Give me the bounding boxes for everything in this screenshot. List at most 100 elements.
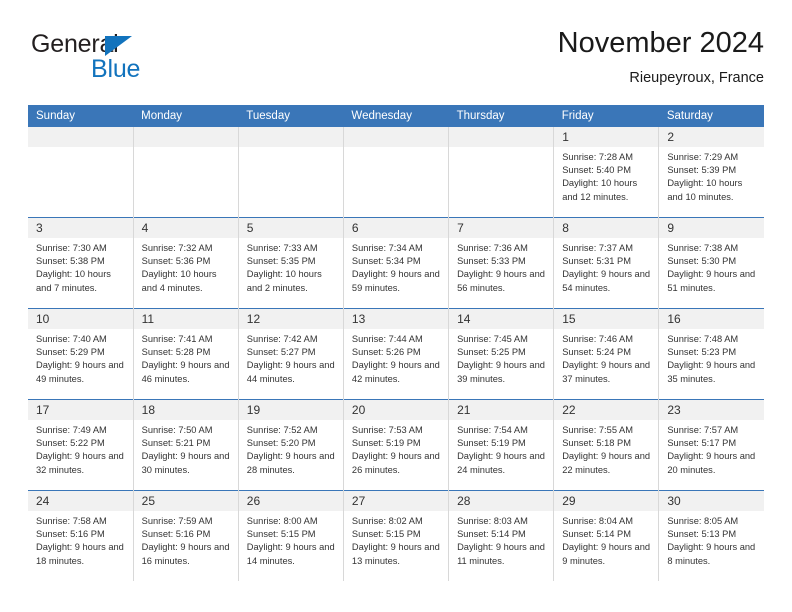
daylight-text: Daylight: 9 hours and 46 minutes. bbox=[141, 360, 230, 384]
sunset-text: Sunset: 5:14 PM bbox=[562, 529, 631, 540]
day-number bbox=[449, 127, 554, 147]
calendar-day-cell[interactable]: 19 Sunrise: 7:52 AM Sunset: 5:20 PM Dayligh… bbox=[238, 399, 344, 491]
daylight-text: Daylight: 9 hours and 22 minutes. bbox=[562, 451, 651, 475]
calendar-day-cell[interactable]: 24 Sunrise: 7:58 AM Sunset: 5:16 PM Dayligh… bbox=[28, 490, 134, 581]
day-cell-inner: 12 Sunrise: 7:42 AM Sunset: 5:27 PM Dayligh… bbox=[238, 309, 343, 399]
brand-logo[interactable]: General Blue bbox=[31, 30, 231, 88]
sun-info: Sunrise: 7:41 AM Sunset: 5:28 PM Daylight:… bbox=[134, 329, 238, 386]
calendar-day-cell[interactable]: 14 Sunrise: 7:45 AM Sunset: 5:25 PM Dayligh… bbox=[448, 308, 555, 400]
calendar-day-cell[interactable]: 2 Sunrise: 7:29 AM Sunset: 5:39 PM Daylight… bbox=[658, 127, 764, 218]
day-number: 28 bbox=[449, 491, 554, 511]
calendar-day-cell[interactable]: 25 Sunrise: 7:59 AM Sunset: 5:16 PM Dayligh… bbox=[133, 490, 239, 581]
daylight-text: Daylight: 9 hours and 37 minutes. bbox=[562, 360, 651, 384]
sun-info: Sunrise: 7:38 AM Sunset: 5:30 PM Daylight:… bbox=[659, 238, 764, 295]
calendar-day-cell[interactable]: 10 Sunrise: 7:40 AM Sunset: 5:29 PM Dayligh… bbox=[28, 308, 134, 400]
day-number bbox=[133, 127, 238, 147]
daylight-text: Daylight: 9 hours and 30 minutes. bbox=[141, 451, 230, 475]
day-number bbox=[238, 127, 343, 147]
sun-info: Sunrise: 7:33 AM Sunset: 5:35 PM Daylight:… bbox=[239, 238, 343, 295]
calendar-table: Sunday Monday Tuesday Wednesday Thursday… bbox=[28, 105, 764, 581]
day-number: 9 bbox=[659, 218, 764, 238]
calendar-day-cell[interactable]: 4 Sunrise: 7:32 AM Sunset: 5:36 PM Daylight… bbox=[133, 217, 239, 309]
calendar-day-cell[interactable]: 21 Sunrise: 7:54 AM Sunset: 5:19 PM Dayligh… bbox=[448, 399, 555, 491]
day-cell-inner: 20 Sunrise: 7:53 AM Sunset: 5:19 PM Dayligh… bbox=[343, 400, 449, 490]
calendar-day-cell[interactable]: 23 Sunrise: 7:57 AM Sunset: 5:17 PM Dayligh… bbox=[658, 399, 764, 491]
calendar-day-cell[interactable]: 8 Sunrise: 7:37 AM Sunset: 5:31 PM Daylight… bbox=[553, 217, 660, 309]
sun-info: Sunrise: 7:37 AM Sunset: 5:31 PM Daylight:… bbox=[554, 238, 658, 295]
calendar-day-cell-empty bbox=[448, 127, 555, 218]
calendar-day-cell[interactable]: 17 Sunrise: 7:49 AM Sunset: 5:22 PM Dayligh… bbox=[28, 399, 134, 491]
calendar-day-cell[interactable]: 18 Sunrise: 7:50 AM Sunset: 5:21 PM Dayligh… bbox=[133, 399, 239, 491]
day-cell-inner: 17 Sunrise: 7:49 AM Sunset: 5:22 PM Dayligh… bbox=[28, 400, 133, 490]
calendar-day-cell[interactable]: 29 Sunrise: 8:04 AM Sunset: 5:14 PM Dayligh… bbox=[553, 490, 660, 581]
day-cell-inner: 26 Sunrise: 8:00 AM Sunset: 5:15 PM Dayligh… bbox=[238, 491, 343, 581]
calendar-day-cell[interactable]: 6 Sunrise: 7:34 AM Sunset: 5:34 PM Daylight… bbox=[343, 217, 450, 309]
day-number: 1 bbox=[554, 127, 659, 147]
day-cell-inner: 8 Sunrise: 7:37 AM Sunset: 5:31 PM Daylight… bbox=[554, 218, 659, 308]
calendar-week-row: 3 Sunrise: 7:30 AM Sunset: 5:38 PM Daylight… bbox=[28, 217, 764, 309]
sun-info: Sunrise: 7:49 AM Sunset: 5:22 PM Daylight:… bbox=[28, 420, 133, 477]
calendar-day-cell[interactable]: 26 Sunrise: 8:00 AM Sunset: 5:15 PM Dayligh… bbox=[238, 490, 344, 581]
calendar-day-cell[interactable]: 28 Sunrise: 8:03 AM Sunset: 5:14 PM Dayligh… bbox=[448, 490, 555, 581]
daylight-text: Daylight: 9 hours and 59 minutes. bbox=[351, 269, 440, 293]
daylight-text: Daylight: 9 hours and 14 minutes. bbox=[246, 542, 335, 566]
calendar-week-row: 1 Sunrise: 7:28 AM Sunset: 5:40 PM Daylight… bbox=[28, 127, 764, 218]
sunset-text: Sunset: 5:26 PM bbox=[351, 347, 421, 358]
day-cell-inner: 23 Sunrise: 7:57 AM Sunset: 5:17 PM Dayligh… bbox=[659, 400, 764, 490]
sun-info: Sunrise: 7:42 AM Sunset: 5:27 PM Daylight:… bbox=[239, 329, 343, 386]
sunset-text: Sunset: 5:25 PM bbox=[457, 347, 526, 358]
weekday-header-wednesday: Wednesday bbox=[343, 105, 449, 127]
calendar-day-cell[interactable]: 20 Sunrise: 7:53 AM Sunset: 5:19 PM Dayligh… bbox=[343, 399, 450, 491]
day-cell-inner: 21 Sunrise: 7:54 AM Sunset: 5:19 PM Dayligh… bbox=[449, 400, 554, 490]
day-cell-inner: 10 Sunrise: 7:40 AM Sunset: 5:29 PM Dayligh… bbox=[28, 309, 133, 399]
day-cell-inner bbox=[343, 127, 449, 217]
daylight-text: Daylight: 9 hours and 54 minutes. bbox=[562, 269, 651, 293]
sunset-text: Sunset: 5:23 PM bbox=[667, 347, 737, 358]
calendar-day-cell[interactable]: 5 Sunrise: 7:33 AM Sunset: 5:35 PM Daylight… bbox=[238, 217, 344, 309]
sunrise-text: Sunrise: 7:58 AM bbox=[36, 516, 107, 526]
sun-info: Sunrise: 8:00 AM Sunset: 5:15 PM Daylight:… bbox=[239, 511, 343, 568]
sun-info: Sunrise: 7:53 AM Sunset: 5:19 PM Daylight:… bbox=[344, 420, 448, 477]
daylight-text: Daylight: 9 hours and 26 minutes. bbox=[351, 451, 440, 475]
sun-info: Sunrise: 7:52 AM Sunset: 5:20 PM Daylight:… bbox=[239, 420, 343, 477]
calendar-day-cell[interactable]: 27 Sunrise: 8:02 AM Sunset: 5:15 PM Dayligh… bbox=[343, 490, 450, 581]
calendar-day-cell[interactable]: 15 Sunrise: 7:46 AM Sunset: 5:24 PM Dayligh… bbox=[553, 308, 660, 400]
calendar-day-cell[interactable]: 13 Sunrise: 7:44 AM Sunset: 5:26 PM Dayligh… bbox=[343, 308, 450, 400]
weekday-header-sunday: Sunday bbox=[28, 105, 134, 127]
sunrise-text: Sunrise: 8:04 AM bbox=[562, 516, 634, 526]
day-cell-inner bbox=[28, 127, 133, 217]
sunrise-text: Sunrise: 7:55 AM bbox=[562, 425, 634, 435]
calendar-day-cell[interactable]: 1 Sunrise: 7:28 AM Sunset: 5:40 PM Daylight… bbox=[553, 127, 660, 218]
calendar-day-cell[interactable]: 7 Sunrise: 7:36 AM Sunset: 5:33 PM Daylight… bbox=[448, 217, 555, 309]
day-cell-inner: 5 Sunrise: 7:33 AM Sunset: 5:35 PM Daylight… bbox=[238, 218, 343, 308]
daylight-text: Daylight: 9 hours and 39 minutes. bbox=[457, 360, 545, 384]
day-number: 19 bbox=[238, 400, 343, 420]
sunrise-text: Sunrise: 7:52 AM bbox=[246, 425, 318, 435]
day-number: 11 bbox=[133, 309, 238, 329]
day-number: 18 bbox=[133, 400, 238, 420]
day-cell-inner bbox=[133, 127, 238, 217]
calendar-day-cell[interactable]: 16 Sunrise: 7:48 AM Sunset: 5:23 PM Dayligh… bbox=[658, 308, 764, 400]
sunrise-text: Sunrise: 7:49 AM bbox=[36, 425, 107, 435]
calendar-day-cell[interactable]: 30 Sunrise: 8:05 AM Sunset: 5:13 PM Dayligh… bbox=[658, 490, 764, 581]
calendar-day-cell[interactable]: 9 Sunrise: 7:38 AM Sunset: 5:30 PM Daylight… bbox=[658, 217, 764, 309]
calendar-day-cell[interactable]: 11 Sunrise: 7:41 AM Sunset: 5:28 PM Dayligh… bbox=[133, 308, 239, 400]
day-cell-inner: 22 Sunrise: 7:55 AM Sunset: 5:18 PM Dayligh… bbox=[554, 400, 659, 490]
calendar-day-cell[interactable]: 3 Sunrise: 7:30 AM Sunset: 5:38 PM Daylight… bbox=[28, 217, 134, 309]
day-number bbox=[28, 127, 133, 147]
day-cell-inner: 14 Sunrise: 7:45 AM Sunset: 5:25 PM Dayligh… bbox=[449, 309, 554, 399]
day-cell-inner: 4 Sunrise: 7:32 AM Sunset: 5:36 PM Daylight… bbox=[133, 218, 238, 308]
daylight-text: Daylight: 9 hours and 44 minutes. bbox=[246, 360, 335, 384]
sun-info: Sunrise: 7:59 AM Sunset: 5:16 PM Daylight:… bbox=[134, 511, 238, 568]
calendar-week-row: 17 Sunrise: 7:49 AM Sunset: 5:22 PM Dayligh… bbox=[28, 399, 764, 491]
sunset-text: Sunset: 5:30 PM bbox=[667, 256, 737, 267]
calendar-day-cell[interactable]: 12 Sunrise: 7:42 AM Sunset: 5:27 PM Dayligh… bbox=[238, 308, 344, 400]
daylight-text: Daylight: 9 hours and 32 minutes. bbox=[36, 451, 124, 475]
day-cell-inner: 19 Sunrise: 7:52 AM Sunset: 5:20 PM Dayligh… bbox=[238, 400, 343, 490]
calendar-page: General Blue November 2024 Rieupeyroux, … bbox=[0, 0, 792, 612]
sunset-text: Sunset: 5:18 PM bbox=[562, 438, 631, 449]
sun-info: Sunrise: 7:58 AM Sunset: 5:16 PM Daylight:… bbox=[28, 511, 133, 568]
sunrise-text: Sunrise: 7:59 AM bbox=[141, 516, 213, 526]
day-cell-inner: 29 Sunrise: 8:04 AM Sunset: 5:14 PM Dayligh… bbox=[554, 491, 659, 581]
calendar-day-cell[interactable]: 22 Sunrise: 7:55 AM Sunset: 5:18 PM Dayligh… bbox=[553, 399, 660, 491]
